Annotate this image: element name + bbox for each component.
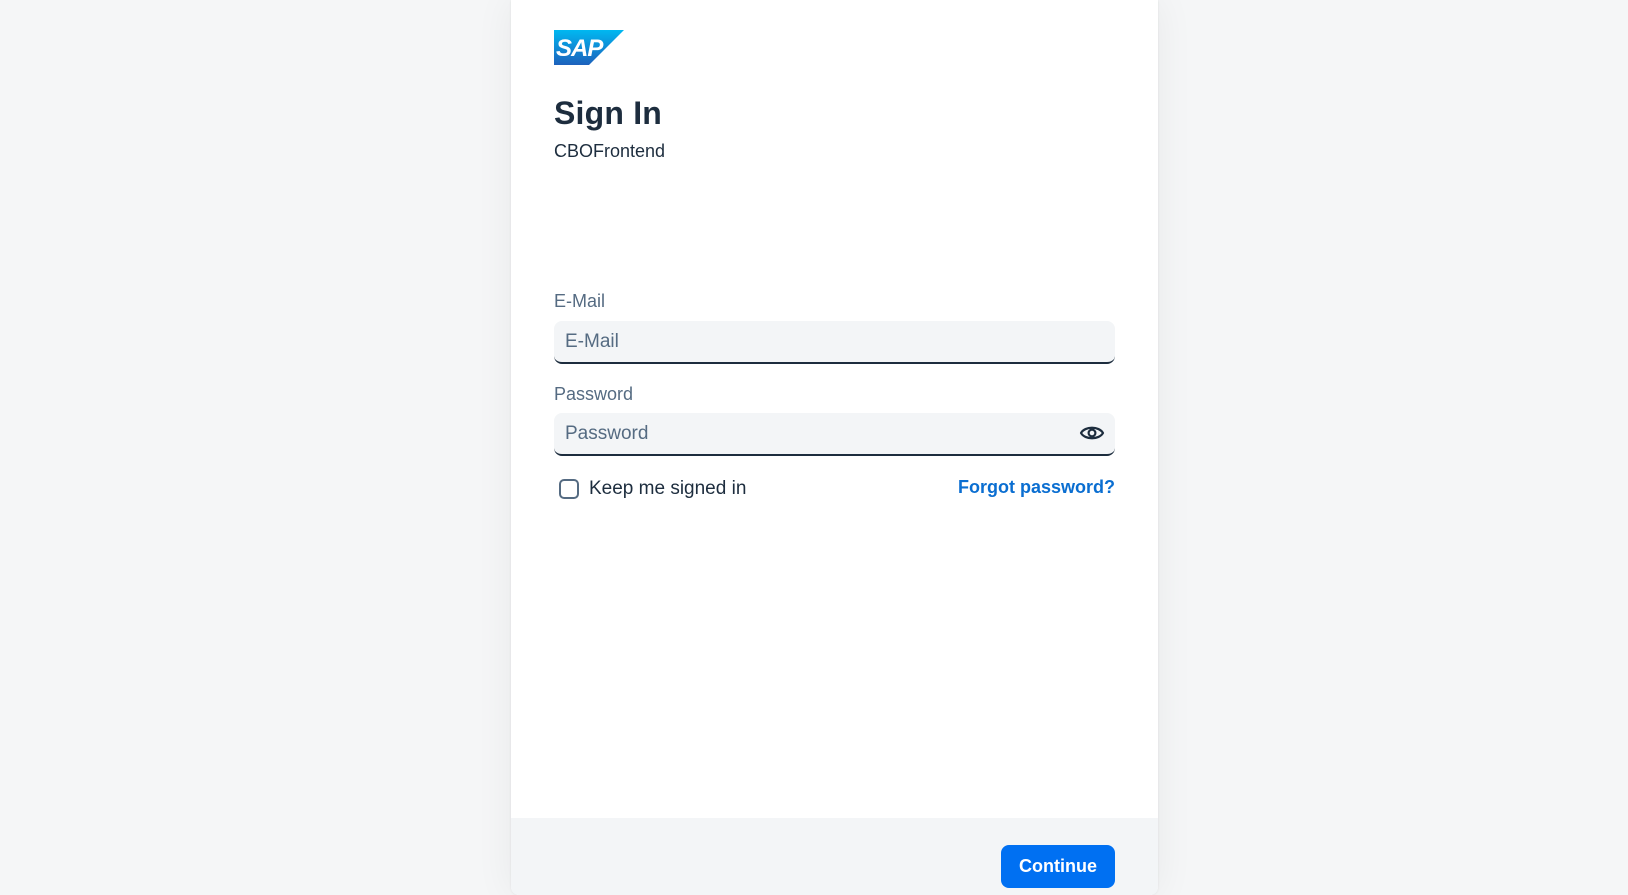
app-name: CBOFrontend <box>554 141 666 161</box>
card-footer: Continue <box>511 818 1158 895</box>
email-input[interactable] <box>554 321 1115 362</box>
email-label: E-Mail <box>554 291 606 311</box>
password-input[interactable] <box>554 413 1115 454</box>
password-field-wrapper <box>554 413 1115 456</box>
sap-logo-text: SAP <box>556 35 604 62</box>
signin-card: SAP Sign In CBOFrontend E-Mail Password … <box>511 0 1158 895</box>
email-field-wrapper <box>554 321 1115 364</box>
keep-signed-in-row: Keep me signed in Forgot password? <box>554 477 1115 504</box>
sap-logo: SAP <box>554 30 624 65</box>
page-title: Sign In <box>554 95 663 131</box>
forgot-password-link[interactable]: Forgot password? <box>958 477 1115 498</box>
password-label: Password <box>554 384 634 404</box>
keep-signed-in-label[interactable]: Keep me signed in <box>589 478 746 500</box>
continue-button[interactable]: Continue <box>1001 845 1115 888</box>
eye-icon[interactable] <box>1079 422 1105 444</box>
keep-signed-in-checkbox[interactable] <box>559 479 579 499</box>
